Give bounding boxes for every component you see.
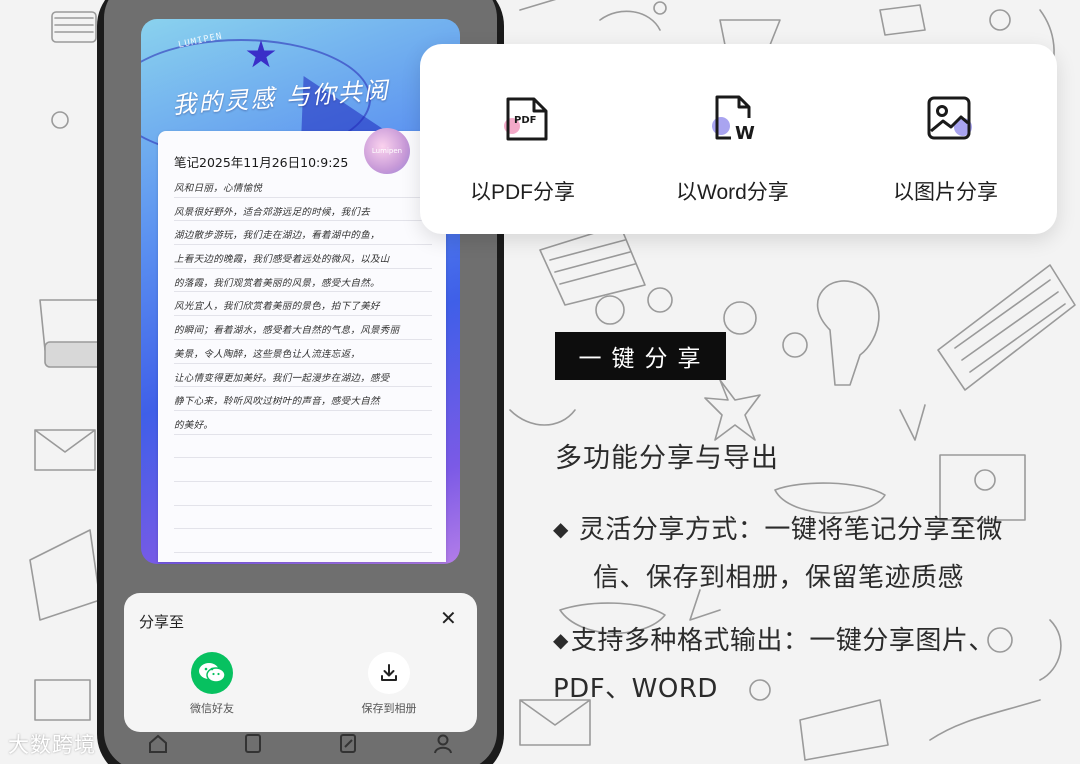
bullet-text: 信、保存到相册，保留笔迹质感 (593, 563, 965, 593)
image-icon[interactable] (925, 95, 975, 145)
share-as-word-button[interactable]: 以Word分享 (676, 176, 789, 206)
wechat-icon (199, 663, 226, 683)
edit-note-icon[interactable] (337, 732, 359, 754)
feature-bullet: ◆支持多种格式输出：一键分享图片、 PDF、WORD (553, 616, 995, 713)
note-line: 风景很好野外，适合郊游远足的时候，我们去 (174, 198, 432, 222)
pdf-icon-text: PDF (514, 115, 536, 126)
note-line: 的落霞，我们观赏着美丽的风景，感受大自然。 (174, 269, 432, 293)
note-line: 的美好。 (174, 411, 432, 435)
share-wechat-label: 微信好友 (190, 702, 234, 715)
save-to-album-button[interactable] (368, 652, 410, 694)
bullet-diamond-icon: ◆ (553, 628, 569, 652)
note-line: 让心情变得更加美好。我们一起漫步在湖边，感受 (174, 364, 432, 388)
brand-badge: Lumipen (364, 128, 410, 174)
note-line: 湖边散步游玩，我们走在湖边，看着湖中的鱼， (174, 221, 432, 246)
brand-badge-text: Lumipen (371, 147, 403, 155)
bullet-diamond-icon: ◆ (553, 517, 569, 541)
download-icon (381, 664, 397, 681)
bullet-text: 支持多种格式输出：一键分享图片、 (570, 626, 995, 656)
note-line (174, 482, 432, 506)
save-to-album-label: 保存到相册 (361, 702, 417, 715)
notebook-icon[interactable] (242, 732, 264, 754)
note-line: 风和日丽，心情愉悦 (174, 174, 432, 198)
bottom-nav (145, 732, 465, 762)
note-handwriting: 风和日丽，心情愉悦 风景很好野外，适合郊游远足的时候，我们去 湖边散步游玩，我们走… (174, 174, 432, 553)
profile-icon[interactable] (432, 732, 454, 754)
watermark-text: 大数跨境 (8, 733, 96, 757)
share-sheet-title: 分享至 (139, 613, 185, 631)
note-line (174, 458, 432, 482)
word-icon-text: W (735, 123, 755, 144)
bullet-text: 灵活分享方式：一键将笔记分享至微 (578, 515, 1003, 545)
note-line (174, 506, 432, 530)
feature-subheading: 多功能分享与导出 (555, 443, 779, 474)
share-as-pdf-button[interactable]: 以PDF分享 (470, 176, 575, 206)
bullet-text: PDF、WORD (553, 674, 718, 704)
note-date: 笔记2025年11月26日10:9:25 (174, 155, 349, 170)
note-line: 美景，令人陶醉，这些景色让人流连忘返， (174, 340, 432, 364)
feature-bullet: ◆ 灵活分享方式：一键将笔记分享至微 信、保存到相册，保留笔迹质感 (553, 505, 1003, 602)
pdf-file-icon[interactable]: PDF (502, 95, 552, 145)
share-wechat-button[interactable] (191, 652, 233, 694)
close-icon[interactable]: ✕ (440, 608, 457, 628)
note-line: 的瞬间；看着湖水，感受着大自然的气息，风景秀丽 (174, 316, 432, 340)
note-line: 风光宜人，我们欣赏着美丽的景色，拍下了美好 (174, 292, 432, 317)
note-line: 静下心来，聆听风吹过树叶的声音，感受大自然 (174, 387, 432, 411)
word-file-icon[interactable]: W (709, 92, 761, 144)
home-icon[interactable] (147, 732, 169, 754)
share-as-image-button[interactable]: 以图片分享 (893, 176, 998, 206)
note-line (174, 529, 432, 553)
note-line: 上看天边的晚霞，我们感受着远处的微风，以及山 (174, 245, 432, 269)
section-tag: 一键分享 (555, 332, 726, 380)
note-line (174, 435, 432, 459)
